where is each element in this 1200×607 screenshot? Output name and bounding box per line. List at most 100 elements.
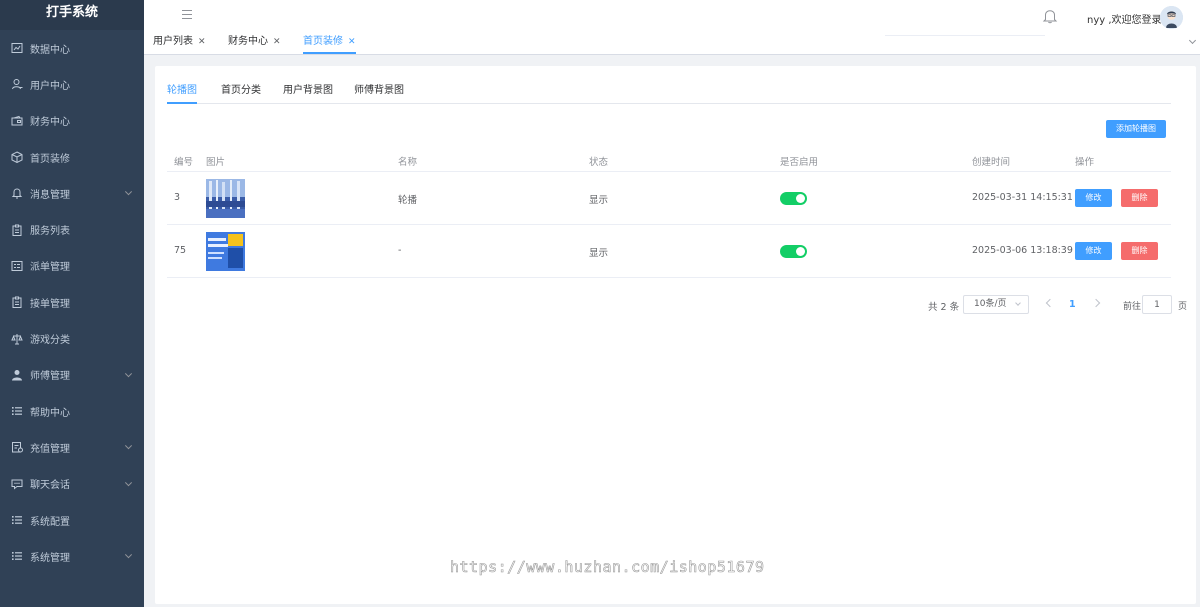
sidebar-item-user-center[interactable]: 用户中心 [0,66,144,102]
watermark-text: https://www.huzhan.com/ishop51679 [450,558,765,577]
column-header: 操作 [1075,157,1095,168]
sidebar-item-label: 服务列表 [30,226,70,238]
delete-button[interactable]: 删除 [1121,242,1158,260]
sidebar-item-data-center[interactable]: 数据中心 [0,30,144,66]
tab-user-background[interactable]: 用户背景图 [283,84,333,104]
cell-created-time: 2025-03-31 14:15:31 [972,192,1073,203]
chevron-down-icon [124,370,133,378]
tab-home-category[interactable]: 首页分类 [221,84,261,104]
sidebar-item-game-category[interactable]: 游戏分类 [0,320,144,356]
tag-user-list[interactable]: 用户列表 ✕ [153,34,206,54]
sidebar-item-system-admin[interactable]: 系统管理 [0,538,144,574]
sidebar-item-chat[interactable]: 聊天会话 [0,466,144,502]
sidebar: 打手系统 数据中心 用户中心 财务中心 首页装修 消息管理 服务列表 派单管理 … [0,0,144,607]
delete-button[interactable]: 删除 [1121,189,1158,207]
close-icon[interactable]: ✕ [348,37,356,47]
goto-unit-label: 页 [1178,302,1188,312]
page-size-select[interactable]: 10条/页 [963,295,1029,314]
chevron-down-icon [124,551,133,559]
tab-carousel[interactable]: 轮播图 [167,84,197,104]
cell-id: 75 [174,245,187,256]
receipt-icon [11,441,23,453]
sidebar-item-masters[interactable]: 师傅管理 [0,357,144,393]
goto-label: 前往 [1123,302,1142,312]
chart-icon [11,42,23,54]
sidebar-item-finance-center[interactable]: 财务中心 [0,103,144,139]
column-header: 图片 [206,157,226,168]
enable-switch[interactable] [780,192,807,205]
chevron-down-icon [124,188,133,196]
pagination: 共 2 条 10条/页 1 前往 页 [155,295,1196,315]
lines-icon [11,405,23,417]
sidebar-item-system-config[interactable]: 系统配置 [0,502,144,538]
sidebar-item-label: 系统配置 [30,516,70,528]
column-header: 创建时间 [972,157,1011,168]
clipboard-icon [11,296,23,309]
tag-finance-center[interactable]: 财务中心 ✕ [228,34,281,54]
wallet-icon [11,115,23,127]
sidebar-item-label: 聊天会话 [30,480,70,492]
sidebar-item-label: 派单管理 [30,262,70,274]
table-row: 75 - 显示 2025-03-06 13:18:39 修改 删除 [167,225,1171,278]
next-page-button[interactable] [1091,298,1101,308]
welcome-text: nyy ,欢迎您登录 [1087,15,1162,26]
hamburger-icon[interactable] [182,10,192,20]
page-number-current[interactable]: 1 [1069,299,1076,310]
close-icon[interactable]: ✕ [273,37,281,47]
lines-icon [11,550,23,562]
tab-master-background[interactable]: 师傅背景图 [354,84,404,104]
user-icon [11,78,23,90]
chevron-down-icon [124,442,133,450]
cell-name: - [398,245,402,256]
cell-status: 显示 [589,195,609,206]
lines-icon [11,514,23,526]
sidebar-item-label: 师傅管理 [30,371,70,383]
carousel-table: 编号 图片 名称 状态 是否启用 创建时间 操作 3 轮播 显示 2025-03… [167,148,1171,278]
cell-name: 轮播 [398,195,418,206]
sidebar-item-dispatch[interactable]: 派单管理 [0,248,144,284]
column-header: 状态 [589,157,609,168]
tag-label: 财务中心 [228,36,268,47]
tags-view-bar: 用户列表 ✕ 财务中心 ✕ 首页装修 ✕ [144,34,1200,55]
clipboard-icon [11,224,23,236]
sidebar-item-label: 用户中心 [30,80,70,92]
page-size-value: 10条/页 [974,299,1007,309]
edit-button[interactable]: 修改 [1075,242,1112,260]
sidebar-item-label: 财务中心 [30,117,70,129]
divider [885,35,1045,36]
enable-switch[interactable] [780,245,807,258]
sidebar-item-label: 系统管理 [30,552,70,564]
sidebar-item-orders[interactable]: 接单管理 [0,284,144,320]
sidebar-item-label: 首页装修 [30,153,70,165]
add-carousel-button[interactable]: 添加轮播图 [1106,120,1166,138]
carousel-thumbnail [206,179,245,218]
cell-created-time: 2025-03-06 13:18:39 [972,245,1073,256]
bell-icon [11,187,23,199]
carousel-thumbnail [206,232,245,271]
edit-button[interactable]: 修改 [1075,189,1112,207]
main-card: 轮播图 首页分类 用户背景图 师傅背景图 添加轮播图 编号 图片 名称 状态 是… [155,66,1196,604]
close-icon[interactable]: ✕ [198,37,206,47]
column-header: 编号 [174,157,194,168]
sidebar-item-messages[interactable]: 消息管理 [0,175,144,211]
chevron-down-icon [1015,300,1021,306]
sidebar-item-recharge[interactable]: 充值管理 [0,429,144,465]
goto-page-input[interactable] [1142,295,1172,314]
table-row: 3 轮播 显示 2025-03-31 14:15:31 修改 删除 [167,172,1171,225]
bell-icon[interactable] [1042,8,1058,24]
sidebar-item-label: 帮助中心 [30,407,70,419]
pagination-total: 共 2 条 [928,302,960,313]
person-icon [11,369,23,381]
sidebar-item-home-decoration[interactable]: 首页装修 [0,139,144,175]
tags-dropdown[interactable] [1186,34,1200,54]
prev-page-button[interactable] [1045,298,1055,308]
avatar[interactable] [1160,6,1183,29]
sidebar-item-help-center[interactable]: 帮助中心 [0,393,144,429]
sidebar-item-label: 充值管理 [30,443,70,455]
chevron-down-icon [124,478,133,486]
scale-icon [11,333,23,345]
sidebar-item-service-list[interactable]: 服务列表 [0,211,144,247]
tag-home-decoration[interactable]: 首页装修 ✕ [303,34,356,54]
tabs: 轮播图 首页分类 用户背景图 师傅背景图 [167,84,1171,104]
sidebar-item-label: 接单管理 [30,298,70,310]
